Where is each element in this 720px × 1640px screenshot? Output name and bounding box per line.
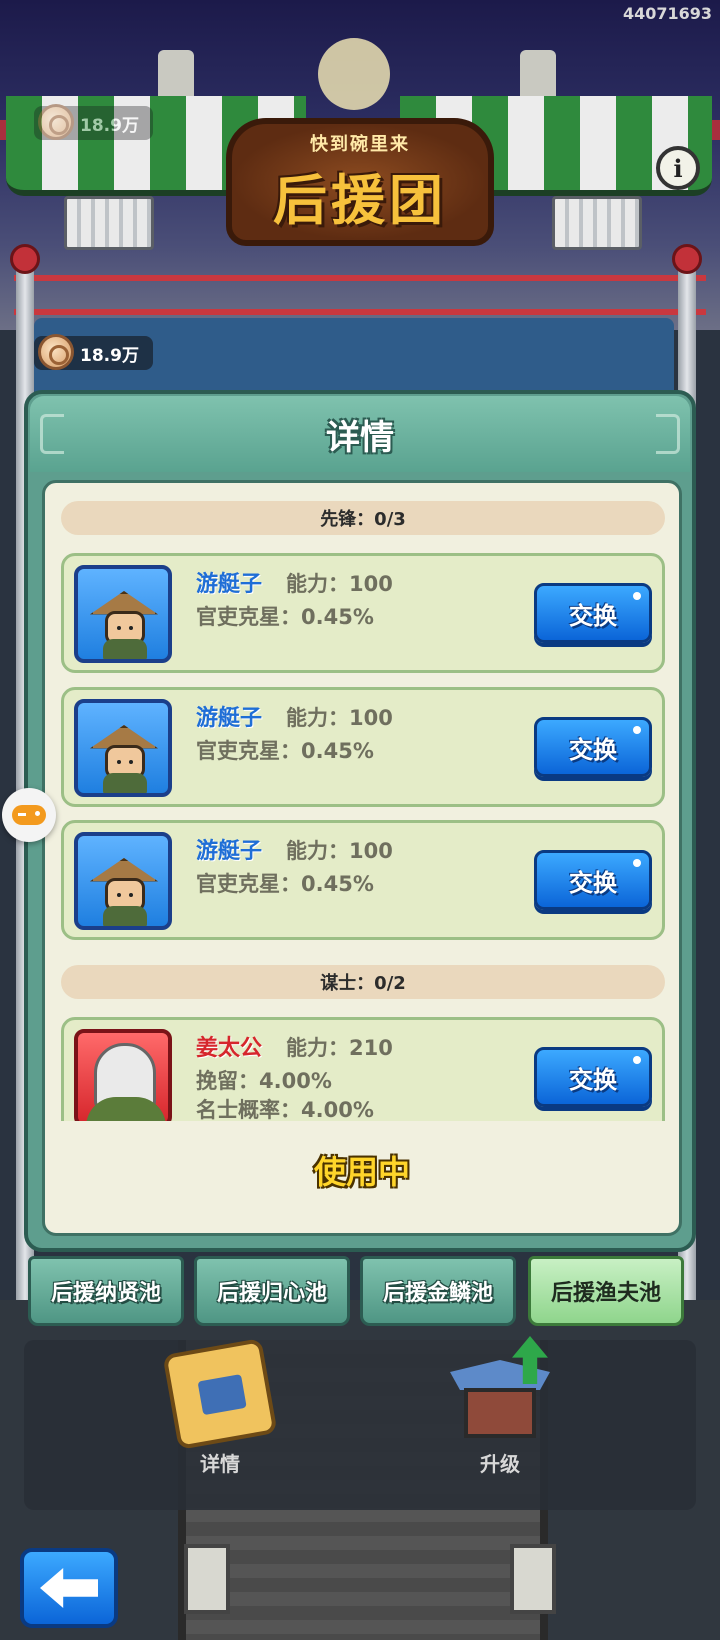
supporter-card: 游艇子 能力：100 官吏克星：0.45% 交换	[61, 553, 665, 673]
floating-game-button[interactable]	[2, 788, 56, 842]
supporter-avatar	[74, 832, 172, 930]
coin-icon	[38, 104, 74, 140]
moon-decoration	[318, 38, 390, 110]
coin-icon	[38, 334, 74, 370]
back-arrow-icon	[40, 1568, 98, 1608]
post-cap-left-decoration	[10, 244, 40, 274]
bottom-action-panel	[24, 1340, 696, 1510]
swap-button[interactable]: 交换	[534, 1047, 652, 1107]
section-header-advisor: 谋士：0/2	[61, 965, 665, 999]
coin-balance: 18.9万	[34, 334, 153, 370]
rope-barrier-decoration	[14, 275, 706, 315]
supporter-stat: 官吏克星：0.45%	[196, 605, 374, 629]
supporter-name: 游艇子	[196, 839, 263, 864]
supporter-avatar	[74, 1029, 172, 1121]
info-icon: i	[673, 153, 683, 183]
modal-header: 详情	[30, 396, 690, 472]
upgrade-action-button[interactable]: 升级	[440, 1336, 560, 1486]
tab-loyalty-pool[interactable]: 后援归心池	[194, 1256, 350, 1326]
temple-base	[464, 1388, 536, 1438]
post-cap-right-decoration	[672, 244, 702, 274]
swap-button[interactable]: 交换	[534, 717, 652, 777]
corner-ornament-right	[656, 414, 680, 454]
modal-body: 先锋：0/3 游艇子 能力：100 官吏克星：0.45% 交换 游艇子 能力：1…	[42, 480, 682, 1236]
details-modal: 详情 先锋：0/3 游艇子 能力：100 官吏克星：0.45% 交换 游艇子 能…	[24, 390, 696, 1252]
lantern-left-decoration	[184, 1544, 230, 1614]
swap-button[interactable]: 交换	[534, 583, 652, 643]
supporter-stat: 官吏克星：0.45%	[196, 872, 374, 896]
pool-tabs: 后援纳贤池 后援归心池 后援金鳞池 后援渔夫池	[28, 1256, 692, 1326]
supporter-stat: 挽留：4.00%	[196, 1069, 332, 1093]
coin-balance-top-value: 18.9万	[80, 115, 139, 136]
supporter-stat-2: 名士概率：4.00%	[196, 1098, 374, 1121]
tab-golden-scale-pool[interactable]: 后援金鳞池	[360, 1256, 516, 1326]
supporter-avatar	[74, 565, 172, 663]
fence-left-decoration	[64, 196, 154, 250]
supporter-name: 游艇子	[196, 706, 263, 731]
supporter-list[interactable]: 先锋：0/3 游艇子 能力：100 官吏克星：0.45% 交换 游艇子 能力：1…	[45, 483, 679, 1121]
supporter-body	[103, 639, 147, 659]
coin-balance-top: 18.9万	[34, 104, 153, 140]
tab-fisherman-pool[interactable]: 后援渔夫池	[528, 1256, 684, 1326]
info-button[interactable]: i	[656, 146, 700, 190]
fence-right-decoration	[552, 196, 642, 250]
coin-balance-value: 18.9万	[80, 345, 139, 366]
details-action-button[interactable]: 详情	[160, 1338, 280, 1486]
section-header-vanguard: 先锋：0/3	[61, 501, 665, 535]
supporter-ability: 能力：100	[286, 572, 393, 596]
supporter-body	[103, 906, 147, 926]
corner-ornament-left	[40, 414, 64, 454]
supporter-body	[103, 773, 147, 793]
sign-title: 后援团	[273, 168, 447, 232]
supporter-card: 游艇子 能力：100 官吏克星：0.45% 交换	[61, 820, 665, 940]
lantern-right-decoration	[510, 1544, 556, 1614]
supporter-name: 游艇子	[196, 572, 263, 597]
supporter-avatar	[74, 699, 172, 797]
details-action-label: 详情	[200, 1452, 240, 1476]
temple-upgrade-icon	[450, 1336, 550, 1442]
supporter-card: 游艇子 能力：100 官吏克星：0.45% 交换	[61, 687, 665, 807]
in-use-status: 使用中	[313, 1153, 410, 1191]
back-button[interactable]	[20, 1548, 118, 1628]
supporter-stat: 官吏克星：0.45%	[196, 739, 374, 763]
modal-title: 详情	[326, 417, 394, 458]
support-group-sign: 快到碗里来 后援团	[226, 118, 494, 246]
supporter-ability: 能力：100	[286, 706, 393, 730]
supporter-card: 姜太公 能力：210 挽留：4.00% 名士概率：4.00% 交换	[61, 1017, 665, 1121]
scroll-icon	[162, 1338, 278, 1450]
supporter-ability: 能力：210	[286, 1036, 393, 1060]
swap-button[interactable]: 交换	[534, 850, 652, 910]
tab-recruit-pool[interactable]: 后援纳贤池	[28, 1256, 184, 1326]
supporter-ability: 能力：100	[286, 839, 393, 863]
gamepad-icon	[12, 805, 46, 825]
upgrade-action-label: 升级	[480, 1452, 520, 1476]
player-id-text: 44071693	[622, 4, 712, 23]
sign-subtitle: 快到碗里来	[310, 133, 410, 155]
supporter-name: 姜太公	[196, 1036, 263, 1061]
